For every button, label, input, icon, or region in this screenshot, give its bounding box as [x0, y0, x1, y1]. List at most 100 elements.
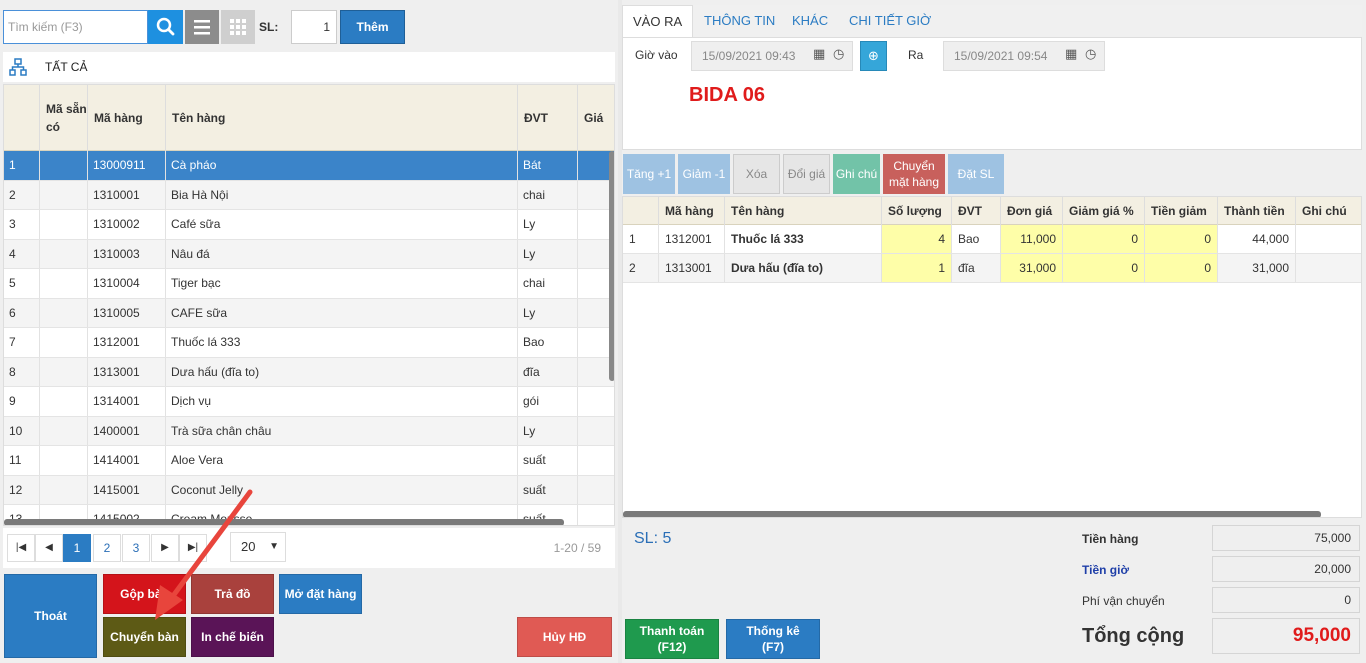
prev-page-button[interactable]: ◀: [35, 534, 63, 562]
page-size-select[interactable]: 20 ▼: [230, 532, 286, 562]
order-row-unit: đĩa: [952, 254, 1001, 282]
column-header-unit[interactable]: ĐVT: [518, 85, 578, 151]
row-available-code: [40, 416, 88, 445]
calendar-icon[interactable]: ▦: [1065, 46, 1083, 64]
order-row-price[interactable]: 11,000: [1001, 225, 1063, 253]
category-all-tab[interactable]: TẤT CẢ: [45, 60, 87, 74]
tab-time-detail[interactable]: CHI TIẾT GIỜ: [839, 5, 941, 37]
page-button-1[interactable]: 1: [63, 534, 91, 562]
order-column-name[interactable]: Tên hàng: [725, 197, 882, 225]
quantity-input[interactable]: 1: [291, 10, 337, 44]
table-row[interactable]: 4 1310003 Nâu đá Ly: [4, 239, 614, 269]
return-items-button[interactable]: Trả đồ: [191, 574, 274, 614]
order-column-unit[interactable]: ĐVT: [952, 197, 1001, 225]
order-row-qty[interactable]: 4: [882, 225, 952, 253]
row-unit: gói: [518, 387, 578, 416]
row-price: [578, 446, 614, 475]
order-row-qty[interactable]: 1: [882, 254, 952, 282]
move-item-button[interactable]: Chuyển mặt hàng: [883, 154, 945, 194]
order-row-unit: Bao: [952, 225, 1001, 253]
product-table-vertical-scrollbar[interactable]: [609, 151, 614, 381]
calendar-icon[interactable]: ▦: [813, 46, 831, 64]
column-header-code[interactable]: Mã hàng: [88, 85, 166, 151]
clock-set-icon: ⊕: [868, 48, 879, 63]
row-index: 5: [4, 269, 40, 298]
tab-check-in-out[interactable]: VÀO RA: [622, 5, 694, 37]
order-row-discount[interactable]: 0: [1145, 254, 1218, 282]
delete-item-button[interactable]: Xóa: [733, 154, 780, 194]
order-column-total[interactable]: Thành tiền: [1218, 197, 1296, 225]
order-table-horizontal-scrollbar[interactable]: [623, 511, 1321, 517]
order-column-qty[interactable]: Số lượng: [882, 197, 952, 225]
check-out-time-value: 15/09/2021 09:54: [954, 49, 1048, 63]
order-column-discount[interactable]: Tiền giảm: [1145, 197, 1218, 225]
order-row-discount-pct[interactable]: 0: [1063, 254, 1145, 282]
page-button-2[interactable]: 2: [93, 534, 121, 562]
shipping-fee-value[interactable]: 0: [1212, 587, 1360, 613]
increase-qty-button[interactable]: Tăng +1: [623, 154, 675, 194]
tab-info[interactable]: THÔNG TIN: [694, 5, 785, 37]
row-code: 1310003: [88, 239, 166, 268]
statistics-button[interactable]: Thống kê (F7): [726, 619, 820, 659]
cancel-invoice-button[interactable]: Hủy HĐ: [517, 617, 612, 657]
next-page-button[interactable]: ▶: [151, 534, 179, 562]
row-name: Thuốc lá 333: [166, 328, 518, 357]
column-header-name[interactable]: Tên hàng: [166, 85, 518, 151]
column-header-index: [4, 85, 40, 151]
decrease-qty-button[interactable]: Giảm -1: [678, 154, 730, 194]
payment-button[interactable]: Thanh toán (F12): [625, 619, 719, 659]
row-unit: Bao: [518, 328, 578, 357]
row-code: 1400001: [88, 416, 166, 445]
add-button[interactable]: Thêm: [340, 10, 405, 44]
column-header-available-code[interactable]: Mã sẵn có: [40, 85, 88, 151]
table-row[interactable]: 3 1310002 Café sữa Ly: [4, 210, 614, 240]
order-column-discount-pct[interactable]: Giảm giá %: [1063, 197, 1145, 225]
set-qty-button[interactable]: Đặt SL: [948, 154, 1004, 194]
search-input[interactable]: [3, 10, 148, 44]
order-table-row[interactable]: 2 1313001 Dưa hấu (đĩa to) 1 đĩa 31,000 0 0 31,0…: [623, 254, 1361, 283]
list-view-button[interactable]: [185, 10, 219, 44]
set-current-time-button[interactable]: ⊕: [860, 41, 887, 71]
merge-table-button[interactable]: Gộp bàn: [103, 574, 186, 614]
tab-other[interactable]: KHÁC: [782, 5, 838, 37]
clock-icon[interactable]: ◷: [1085, 46, 1103, 64]
first-page-button[interactable]: |◀: [7, 534, 35, 562]
table-row[interactable]: 2 1310001 Bia Hà Nội chai: [4, 180, 614, 210]
table-row[interactable]: 10 1400001 Trà sữa chân châu Ly: [4, 416, 614, 446]
order-row-discount[interactable]: 0: [1145, 225, 1218, 253]
product-table-horizontal-scrollbar[interactable]: [4, 519, 564, 525]
table-row[interactable]: 9 1314001 Dịch vụ gói: [4, 387, 614, 417]
column-header-price[interactable]: Giá: [578, 85, 614, 151]
row-index: 9: [4, 387, 40, 416]
exit-button[interactable]: Thoát: [4, 574, 97, 658]
move-table-button[interactable]: Chuyển bàn: [103, 617, 186, 657]
row-unit: chai: [518, 269, 578, 298]
table-row[interactable]: 1 13000911 Cà pháo Bát: [4, 151, 614, 181]
page-button-3[interactable]: 3: [122, 534, 150, 562]
grid-view-button[interactable]: [221, 10, 255, 44]
table-row[interactable]: 5 1310004 Tiger bạc chai: [4, 269, 614, 299]
clock-icon[interactable]: ◷: [833, 46, 851, 64]
note-button[interactable]: Ghi chú: [833, 154, 880, 194]
order-table-row[interactable]: 1 1312001 Thuốc lá 333 4 Bao 11,000 0 0 44,000: [623, 225, 1361, 254]
order-row-discount-pct[interactable]: 0: [1063, 225, 1145, 253]
order-column-note[interactable]: Ghi chú: [1296, 197, 1361, 225]
row-available-code: [40, 446, 88, 475]
open-order-button[interactable]: Mở đặt hàng: [279, 574, 362, 614]
row-name: Bia Hà Nội: [166, 180, 518, 209]
order-column-code[interactable]: Mã hàng: [659, 197, 725, 225]
order-column-price[interactable]: Đơn giá: [1001, 197, 1063, 225]
table-row[interactable]: 12 1415001 Coconut Jelly suất: [4, 475, 614, 505]
order-row-price[interactable]: 31,000: [1001, 254, 1063, 282]
table-row[interactable]: 11 1414001 Aloe Vera suất: [4, 446, 614, 476]
category-tree-icon[interactable]: [9, 58, 27, 76]
time-amount-label[interactable]: Tiền giờ: [1082, 563, 1129, 577]
order-row-index: 2: [623, 254, 659, 282]
table-row[interactable]: 8 1313001 Dưa hấu (đĩa to) đĩa: [4, 357, 614, 387]
table-row[interactable]: 6 1310005 CAFE sữa Ly: [4, 298, 614, 328]
table-row[interactable]: 7 1312001 Thuốc lá 333 Bao: [4, 328, 614, 358]
print-kitchen-button[interactable]: In chế biến: [191, 617, 274, 657]
change-price-button[interactable]: Đổi giá: [783, 154, 830, 194]
last-page-button[interactable]: ▶|: [179, 534, 207, 562]
search-button[interactable]: [148, 10, 183, 44]
